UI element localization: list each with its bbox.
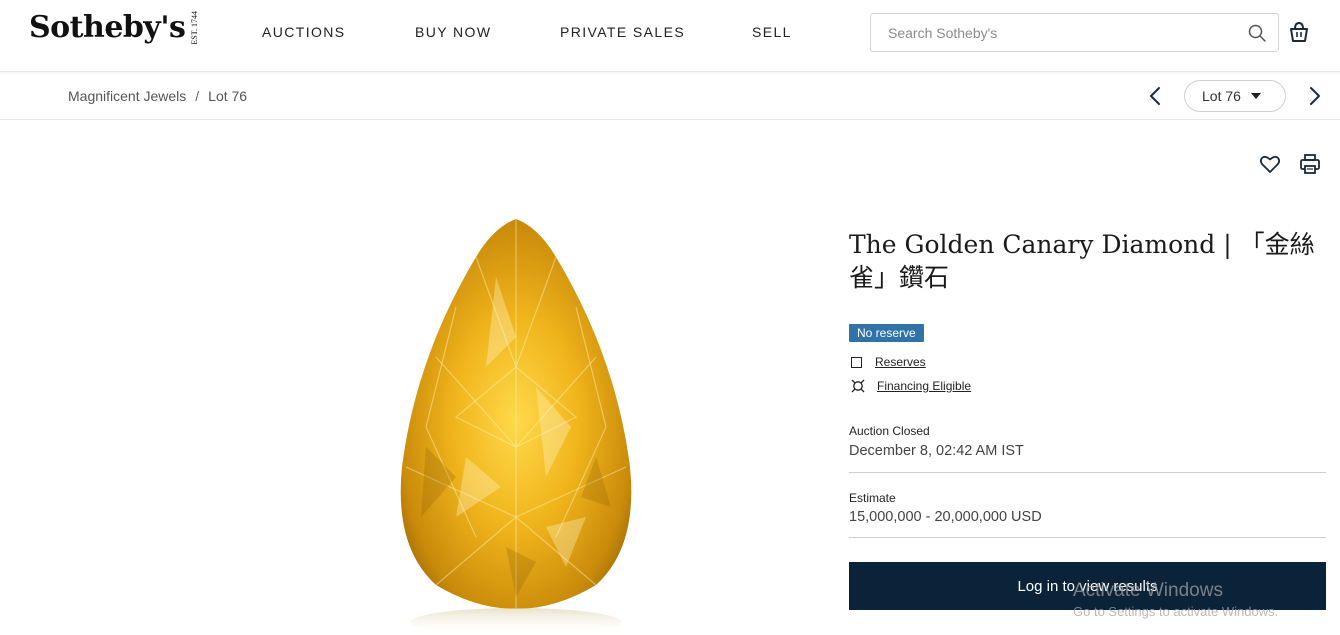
- shopping-bag-icon[interactable]: [1288, 20, 1310, 44]
- sothebys-logo[interactable]: Sotheby's EST. 1744: [29, 10, 199, 45]
- estimate-value: 15,000,000 - 20,000,000 USD: [849, 509, 1042, 525]
- print-icon[interactable]: [1299, 153, 1321, 175]
- search-input[interactable]: [888, 23, 1228, 43]
- site-header: Sotheby's EST. 1744 AUCTIONS BUY NOW PRI…: [0, 0, 1340, 72]
- lot-image-diamond[interactable]: [396, 217, 636, 635]
- reserves-row[interactable]: Reserves: [851, 355, 926, 369]
- lot-selector-value: Lot 76: [1202, 88, 1241, 104]
- estimate-label: Estimate: [849, 491, 896, 505]
- search-box[interactable]: [870, 13, 1279, 52]
- caret-down-icon: [1250, 93, 1261, 99]
- auction-status-label: Auction Closed: [849, 424, 930, 438]
- breadcrumb: Magnificent Jewels / Lot 76: [68, 88, 247, 104]
- auction-closed-date: December 8, 02:42 AM IST: [849, 443, 1024, 459]
- nav-private-sales[interactable]: PRIVATE SALES: [560, 24, 685, 40]
- financing-eligible-link[interactable]: Financing Eligible: [877, 379, 971, 393]
- chevron-left-icon[interactable]: [1145, 85, 1167, 107]
- lot-title: The Golden Canary Diamond | 「金絲雀」鑽石: [849, 230, 1315, 292]
- nav-auctions[interactable]: AUCTIONS: [262, 24, 346, 40]
- breadcrumb-bar: Magnificent Jewels / Lot 76 Lot 76: [0, 72, 1340, 120]
- login-to-view-results-button[interactable]: Log in to view results: [849, 562, 1326, 610]
- divider: [849, 537, 1326, 538]
- divider: [849, 472, 1326, 473]
- nav-buy-now[interactable]: BUY NOW: [415, 24, 491, 40]
- breadcrumb-separator: /: [195, 88, 200, 104]
- heart-icon[interactable]: [1259, 153, 1281, 175]
- reserves-link[interactable]: Reserves: [875, 355, 926, 369]
- financing-icon: [851, 379, 865, 393]
- lot-selector[interactable]: Lot 76: [1184, 80, 1286, 112]
- breadcrumb-auction-link[interactable]: Magnificent Jewels: [68, 88, 186, 104]
- logo-wordmark: Sotheby's: [29, 10, 186, 45]
- financing-row[interactable]: Financing Eligible: [851, 379, 971, 393]
- logo-est-mark: EST. 1744: [190, 10, 200, 45]
- no-reserve-badge: No reserve: [849, 324, 924, 342]
- nav-sell[interactable]: SELL: [752, 24, 792, 40]
- reserve-square-icon: [851, 356, 862, 368]
- breadcrumb-current: Lot 76: [208, 88, 248, 104]
- search-icon[interactable]: [1247, 23, 1267, 43]
- chevron-right-icon[interactable]: [1303, 85, 1325, 107]
